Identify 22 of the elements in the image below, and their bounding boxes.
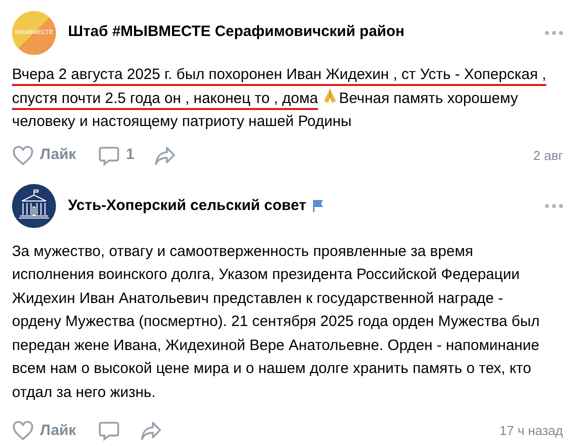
like-button[interactable]: Лайк: [12, 144, 76, 167]
share-button[interactable]: [140, 421, 162, 441]
post-time: 2 авг: [533, 146, 563, 165]
heart-icon: [12, 146, 34, 166]
post-time: 17 ч назад: [500, 422, 563, 440]
like-button[interactable]: Лайк: [12, 420, 76, 442]
more-icon[interactable]: [545, 204, 563, 208]
author-name[interactable]: Усть-Хоперский сельский совет: [68, 194, 306, 218]
flag-icon: [312, 199, 324, 213]
comment-button[interactable]: [98, 420, 120, 442]
post-text: За мужество, отвагу и самоотверженность проявленные за время исполнения воинского долга, Указом президента Российской Федерации Жидехин Иван Анатольевич представлен к государственной награде - ордену Мужества (посмертно). 21 сентября 2025 года орден Мужества был передан жене Ивана, Жидехиной Вере Анатольевне. Орден - напоминание всем нам о высокой цене мира и о нашем долге хранить память о тех, кто отдал за него жизнь.: [12, 242, 541, 402]
author-name[interactable]: Штаб #МЫВМЕСТЕ Серафимовичский район: [68, 21, 404, 44]
comment-button[interactable]: 1: [98, 144, 134, 167]
share-button[interactable]: [154, 146, 176, 166]
heart-icon: [12, 421, 34, 441]
comment-icon: [98, 144, 120, 166]
share-icon: [140, 421, 162, 441]
more-icon[interactable]: [545, 30, 563, 34]
post-text: Вчера 2 августа 2025 г. был похоронен Иван Жидехин , ст Усть - Хоперская , спустя почти 2.5 года он , наконец то , дома Вечная память хорошему человеку и настоящему патриоту нашей Родины: [12, 65, 548, 132]
share-icon: [154, 146, 176, 166]
building-avatar-icon: [12, 184, 56, 228]
comment-icon: [98, 420, 120, 442]
